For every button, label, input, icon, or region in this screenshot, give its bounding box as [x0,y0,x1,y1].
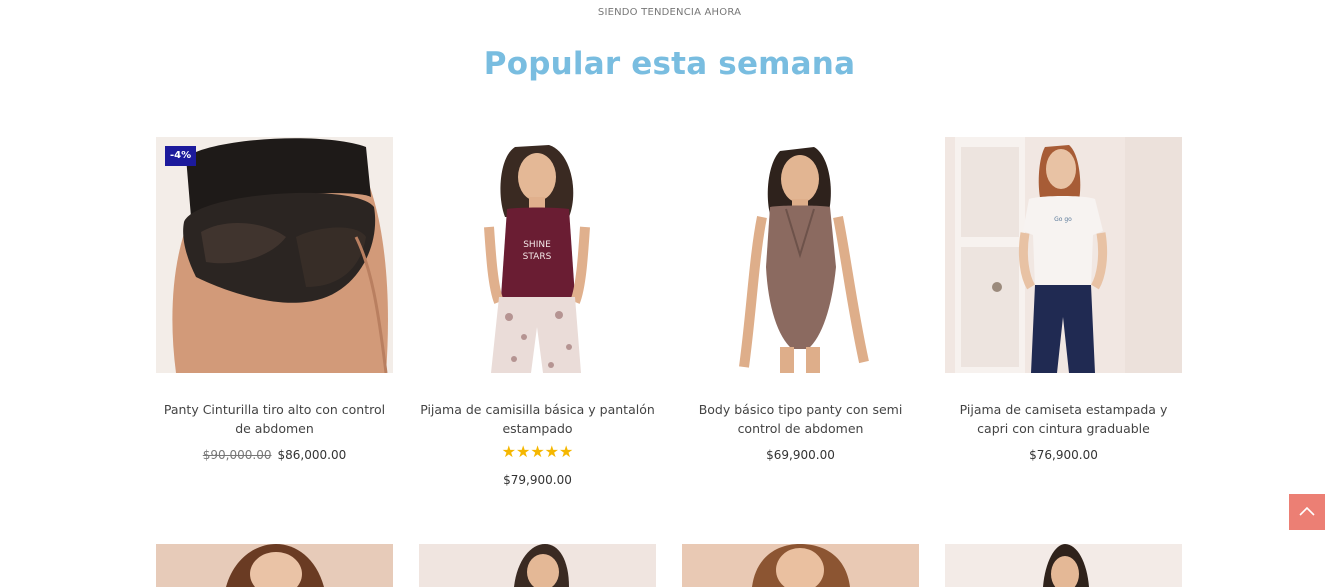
scroll-to-top-button[interactable] [1289,494,1325,530]
svg-text:SHINE: SHINE [523,240,551,250]
product-photo-bodysuit [682,137,919,373]
product-price: $69,900.00 [766,448,835,462]
product-name[interactable]: Panty Cinturilla tiro alto con control d… [156,400,393,438]
product-card[interactable]: Go go Pijama de camiseta estampada y cap… [945,137,1182,507]
svg-text:Go go: Go go [1054,216,1072,223]
chevron-up-icon [1299,506,1315,516]
product-image[interactable] [945,544,1182,587]
product-photo-row2-2 [419,544,656,587]
svg-text:STARS: STARS [523,252,552,262]
product-image[interactable] [682,137,919,373]
product-card[interactable]: -4% Panty Cinturilla tiro alto con contr… [156,137,393,507]
product-name[interactable]: Body básico tipo panty con semi control … [682,400,919,438]
product-image[interactable] [682,544,919,587]
product-grid-row-2 [156,544,1182,587]
product-image[interactable] [156,544,393,587]
product-price: $90,000.00 $86,000.00 [156,448,393,462]
discount-badge: -4% [165,146,197,166]
product-card[interactable]: SHINE STARS Pijama de camisilla básica y… [419,137,656,507]
product-price: $79,900.00 [503,473,572,487]
product-grid: -4% Panty Cinturilla tiro alto con contr… [156,137,1182,507]
product-image[interactable] [419,544,656,587]
product-card[interactable]: Body básico tipo panty con semi control … [682,137,919,507]
rating-stars: ★★★★★ [501,442,574,461]
sale-price: $86,000.00 [277,448,347,462]
product-name[interactable]: Pijama de camiseta estampada y capri con… [945,400,1182,438]
product-photo-row2-1 [156,544,393,587]
product-name[interactable]: Pijama de camisilla básica y pantalón es… [419,400,656,438]
product-photo-panty [156,137,393,373]
product-photo-tee-capri: Go go [945,137,1182,373]
product-photo-pajama-tank: SHINE STARS [419,137,656,373]
product-image[interactable]: SHINE STARS [419,137,656,373]
product-price: $76,900.00 [1029,448,1098,462]
product-image[interactable]: Go go [945,137,1182,373]
product-photo-row2-4 [945,544,1182,587]
product-image[interactable]: -4% [156,137,393,373]
product-photo-row2-3 [682,544,919,587]
section-eyebrow: SIENDO TENDENCIA AHORA [597,7,742,18]
section-title: Popular esta semana [483,46,856,82]
old-price: $90,000.00 [202,448,272,462]
